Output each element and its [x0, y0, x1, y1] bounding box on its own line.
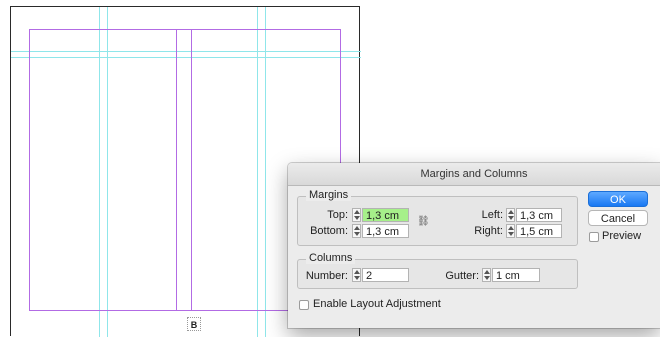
preview-checkbox[interactable]	[589, 232, 599, 242]
page-label: B	[187, 317, 201, 331]
bottom-label: Bottom:	[310, 225, 348, 237]
enable-layout-adjustment-checkbox[interactable]	[299, 300, 309, 310]
bottom-stepper[interactable]	[352, 224, 361, 238]
dialog-title: Margins and Columns	[288, 163, 660, 186]
column-guide-left[interactable]	[176, 29, 177, 311]
gutter-field[interactable]: 1 cm	[492, 268, 540, 282]
number-stepper[interactable]	[352, 268, 361, 282]
ok-button[interactable]: OK	[588, 191, 648, 207]
column-number-field[interactable]: 2	[362, 268, 409, 282]
right-margin-field[interactable]: 1,5 cm	[516, 224, 562, 238]
preview-label[interactable]: Preview	[602, 230, 641, 242]
gutter-stepper[interactable]	[482, 268, 491, 282]
chain-link-icon[interactable]: ⛓	[417, 215, 430, 229]
left-label: Left:	[481, 209, 503, 221]
left-margin-field[interactable]: 1,3 cm	[516, 208, 562, 222]
top-margin-field[interactable]: 1,3 cm	[362, 208, 409, 222]
right-stepper[interactable]	[506, 224, 515, 238]
right-label: Right:	[474, 225, 503, 237]
margins-and-columns-dialog: Margins and Columns Margins Top: 1,3 cm …	[288, 163, 660, 328]
gutter-label: Gutter:	[445, 270, 479, 282]
column-guide-right[interactable]	[191, 29, 192, 311]
top-label: Top:	[327, 209, 348, 221]
columns-group-title: Columns	[306, 252, 356, 264]
bottom-margin-field[interactable]: 1,3 cm	[362, 224, 409, 238]
enable-layout-adjustment-label[interactable]: Enable Layout Adjustment	[313, 298, 441, 310]
number-label: Number:	[305, 270, 348, 282]
margins-group-title: Margins	[306, 189, 352, 201]
cancel-button[interactable]: Cancel	[588, 210, 648, 226]
top-stepper[interactable]	[352, 208, 361, 222]
left-stepper[interactable]	[506, 208, 515, 222]
